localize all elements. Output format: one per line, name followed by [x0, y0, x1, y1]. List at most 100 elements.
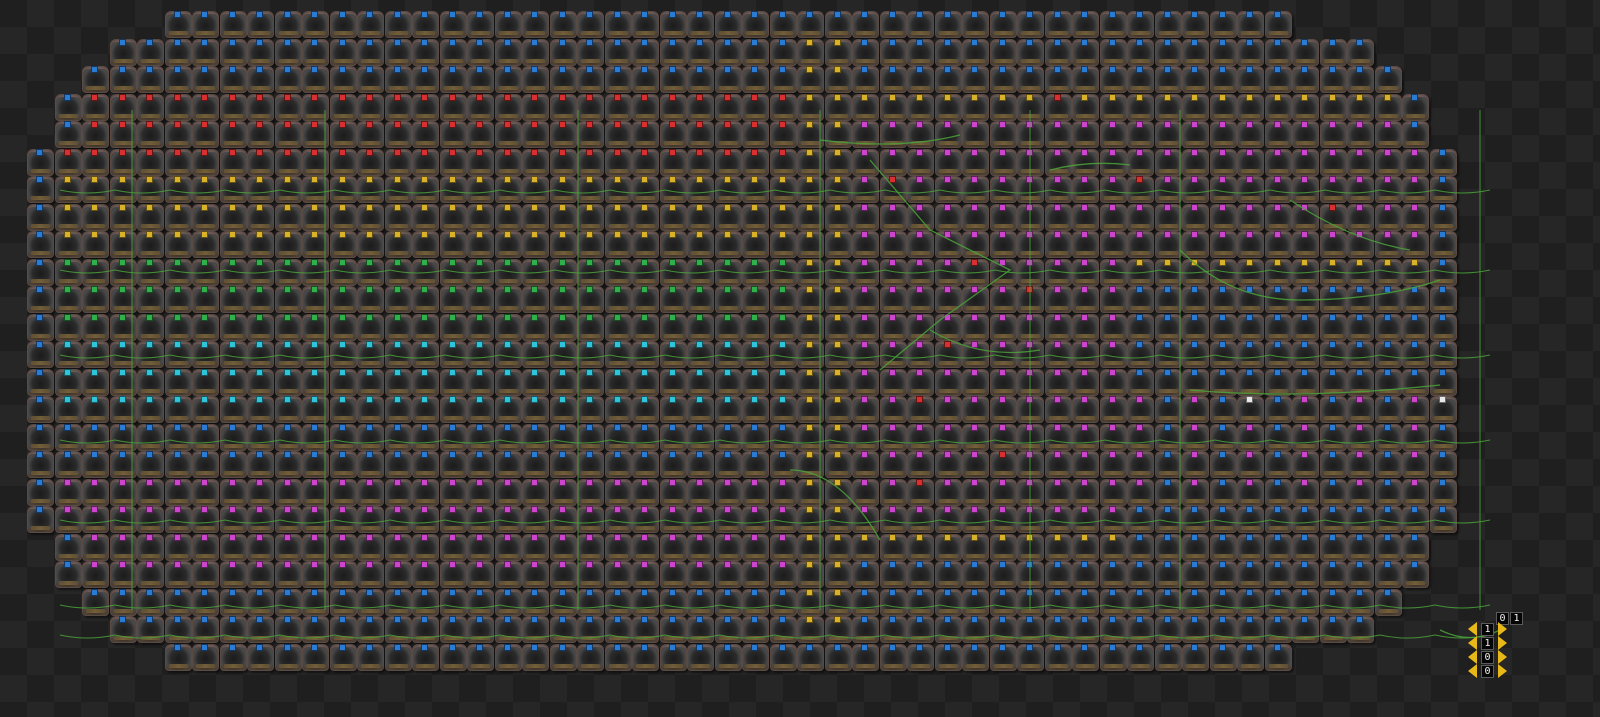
lamp-signal-icon	[1053, 423, 1061, 431]
lamp-signal-icon	[1026, 258, 1033, 266]
lamp-signal-icon	[256, 396, 263, 403]
lamp-signal-icon	[751, 203, 758, 211]
lamp-signal-icon	[723, 588, 731, 596]
lamp-signal-icon	[943, 231, 951, 238]
lamp-signal-icon	[283, 66, 291, 73]
lamp-signal-icon	[1218, 478, 1226, 486]
lamp-signal-icon	[1053, 478, 1061, 486]
lamp-signal-icon	[558, 451, 566, 458]
lamp-signal-icon	[201, 588, 208, 596]
lamp-signal-icon	[943, 148, 951, 156]
lamp-signal-icon	[476, 341, 483, 348]
lamp-signal-icon	[1246, 368, 1253, 376]
lamp-signal-icon	[1383, 66, 1391, 73]
lamp-signal-icon	[421, 368, 428, 376]
lamp-signal-icon	[448, 313, 456, 321]
lamp-signal-icon	[586, 423, 593, 431]
lamp-signal-icon	[943, 121, 951, 128]
combinator-display[interactable]: 0 1 1 1 0 0	[1468, 612, 1550, 692]
lamp-signal-icon	[503, 368, 511, 376]
lamp-signal-icon	[448, 616, 456, 623]
lamp-signal-icon	[1438, 506, 1446, 513]
lamp-signal-icon	[393, 368, 401, 376]
lamp-signal-icon	[1108, 561, 1116, 568]
lamp-signal-icon	[448, 423, 456, 431]
lamp-signal-icon	[778, 38, 786, 46]
lamp-signal-icon	[998, 11, 1006, 18]
lamp-signal-icon	[916, 11, 923, 18]
lamp-signal-icon	[1136, 258, 1143, 266]
lamp-signal-icon	[613, 368, 621, 376]
lamp-signal-icon	[943, 11, 951, 18]
lamp-signal-icon	[723, 148, 731, 156]
lamp-signal-icon	[696, 616, 703, 623]
lamp-signal-icon	[146, 478, 153, 486]
lamp-signal-icon	[283, 38, 291, 46]
lamp-signal-icon	[1356, 66, 1363, 73]
lamp-signal-icon	[1246, 478, 1253, 486]
lamp-signal-icon	[173, 148, 181, 156]
lamp-signal-icon	[1053, 203, 1061, 211]
lamp-signal-icon	[421, 11, 428, 18]
lamp-signal-icon	[421, 396, 428, 403]
game-viewport[interactable]: 0 1 1 1 0 0	[0, 0, 1600, 717]
lamp-signal-icon	[696, 643, 703, 651]
lamp-signal-icon	[1246, 451, 1253, 458]
lamp-signal-icon	[751, 11, 758, 18]
lamp-signal-icon	[1301, 176, 1308, 183]
lamp-signal-icon	[228, 11, 236, 18]
lamp-signal-icon	[338, 341, 346, 348]
lamp-signal-icon	[1328, 121, 1336, 128]
lamp-signal-icon	[311, 231, 318, 238]
lamp-signal-icon	[1053, 121, 1061, 128]
lamp-signal-icon	[1273, 148, 1281, 156]
lamp-signal-icon	[283, 148, 291, 156]
lamp-signal-icon	[916, 451, 923, 458]
lamp-signal-icon	[256, 478, 263, 486]
lamp-signal-icon	[1136, 66, 1143, 73]
lamp-signal-icon	[338, 506, 346, 513]
lamp-signal-icon	[998, 368, 1006, 376]
lamp-signal-icon	[696, 561, 703, 568]
lamp-signal-icon	[806, 313, 813, 321]
lamp-signal-icon	[146, 38, 153, 46]
lamp-signal-icon	[806, 148, 813, 156]
lamp-signal-icon	[943, 616, 951, 623]
lamp-signal-icon	[311, 616, 318, 623]
lamp-signal-icon	[1356, 203, 1363, 211]
lamp-signal-icon	[173, 478, 181, 486]
lamp-signal-icon	[1136, 396, 1143, 403]
lamp-signal-icon	[971, 121, 978, 128]
lamp-signal-icon	[1026, 93, 1033, 101]
lamp-signal-icon	[916, 148, 923, 156]
lamp-signal-icon	[283, 616, 291, 623]
lamp-signal-icon	[63, 258, 71, 266]
lamp-signal-icon	[641, 533, 648, 541]
lamp-signal-icon	[91, 93, 98, 101]
lamp-signal-icon	[778, 643, 786, 651]
lamp-signal-icon	[943, 478, 951, 486]
lamp-signal-icon	[751, 148, 758, 156]
lamp-signal-icon	[173, 203, 181, 211]
lamp-signal-icon	[201, 643, 208, 651]
lamp-signal-icon	[531, 643, 538, 651]
lamp-signal-icon	[1411, 423, 1418, 431]
lamp-signal-icon	[1163, 11, 1171, 18]
lamp-signal-icon	[558, 561, 566, 568]
lamp-signal-icon	[558, 231, 566, 238]
lamp-signal-icon	[1328, 286, 1336, 293]
lamp-signal-icon	[971, 451, 978, 458]
lamp-signal-icon	[1136, 93, 1143, 101]
lamp-signal-icon	[723, 286, 731, 293]
arrow-right-icon	[1498, 650, 1507, 664]
lamp-signal-icon	[283, 93, 291, 101]
lamp-signal-icon	[91, 341, 98, 348]
lamp-signal-icon	[1218, 176, 1226, 183]
lamp-signal-icon	[833, 93, 841, 101]
lamp-signal-icon	[1411, 533, 1418, 541]
lamp-signal-icon	[861, 341, 868, 348]
lamp-signal-icon	[1081, 368, 1088, 376]
lamp-signal-icon	[338, 533, 346, 541]
lamp-signal-icon	[778, 203, 786, 211]
lamp-signal-icon	[916, 478, 923, 486]
